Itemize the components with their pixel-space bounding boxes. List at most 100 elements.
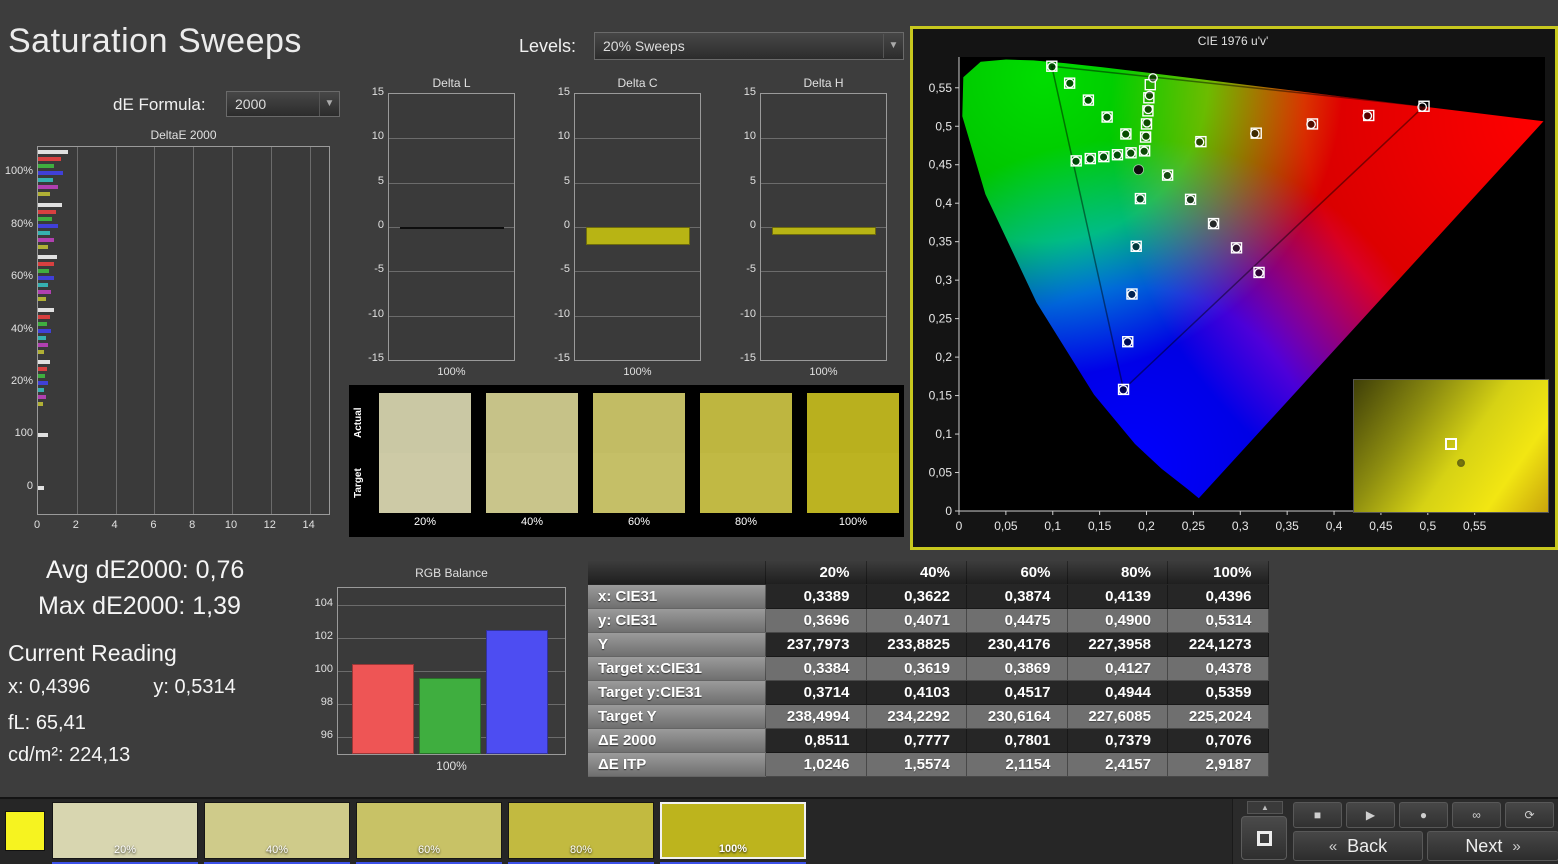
rgb-balance-panel: RGB Balance 100% 1041021009896 — [300, 566, 582, 782]
y-tick-label: 98 — [300, 696, 333, 708]
swatch-target-100% — [807, 453, 899, 513]
gridline — [77, 147, 78, 514]
table-row: Target Y238,4994234,2292230,6164227,6085… — [588, 705, 1269, 729]
y-tick-label: -10 — [544, 308, 570, 320]
table-cell: 225,2024 — [1168, 705, 1269, 729]
deltae2000-ylabels: 100%80%60%40%20%1000 — [0, 146, 33, 515]
cie-chart-panel: CIE 1976 u'v' 00,050,10,150,20,250,30,35… — [910, 26, 1558, 550]
delta-chart-title: Delta L — [388, 76, 515, 90]
de-bar — [38, 329, 51, 333]
play-button[interactable]: ▶ — [1346, 802, 1395, 828]
svg-text:0,2: 0,2 — [935, 350, 952, 364]
table-cell: 0,4944 — [1068, 681, 1169, 705]
svg-text:0: 0 — [945, 504, 952, 518]
table-row: ΔE ITP1,02461,55742,11542,41572,9187 — [588, 753, 1269, 777]
rgb-bar-blue — [486, 630, 548, 755]
table-column-header: 60% — [967, 561, 1068, 585]
de-formula-dropdown[interactable]: 2000 ▼ — [226, 91, 340, 117]
gridline — [761, 138, 886, 139]
bottom-swatches: 20% 40%60%80% 100% — [52, 802, 812, 864]
y-tick-label: -10 — [730, 308, 756, 320]
swatch-target-40% — [486, 453, 578, 513]
white-point — [1134, 165, 1144, 175]
x-tick-label: 4 — [107, 519, 123, 531]
svg-text:0,1: 0,1 — [935, 427, 952, 441]
levels-dropdown[interactable]: 20% Sweeps ▼ — [594, 32, 904, 60]
next-button[interactable]: Next » — [1427, 831, 1558, 861]
table-cell: 0,3619 — [867, 657, 968, 681]
table-cell: 0,3874 — [967, 585, 1068, 609]
collapse-button[interactable]: ▲ — [1247, 801, 1283, 814]
delta-chart-delta-h: Delta H151050-5-10-15100% — [730, 76, 895, 388]
stop-icon: ■ — [1314, 808, 1321, 822]
table-cell: 227,3958 — [1068, 633, 1169, 657]
swatch-level-label: 100% — [807, 516, 899, 528]
de-bar — [38, 381, 48, 385]
svg-text:0,05: 0,05 — [929, 466, 953, 480]
bottom-swatch-100%[interactable]: 100% — [660, 802, 806, 859]
de-bar — [38, 308, 54, 312]
bottom-swatch-80%[interactable]: 80% — [508, 802, 654, 859]
table-row-label: x: CIE31 — [588, 585, 766, 609]
deltae2000-plot — [37, 146, 330, 515]
svg-text:0,25: 0,25 — [929, 312, 953, 326]
table-cell: 230,4176 — [967, 633, 1068, 657]
table-row: Y237,7973233,8825230,4176227,3958224,127… — [588, 633, 1269, 657]
swatch-target-60% — [593, 453, 685, 513]
measured-point — [1113, 151, 1121, 159]
stop-button[interactable]: ■ — [1293, 802, 1342, 828]
deltae2000-title: DeltaE 2000 — [37, 128, 330, 142]
y-tick-label: 102 — [300, 630, 333, 642]
swatch-level-label: 20% — [379, 516, 471, 528]
de-bar — [38, 262, 54, 266]
table-cell: 0,4139 — [1068, 585, 1169, 609]
gridline — [338, 605, 565, 606]
swatch-row-label: Actual — [353, 394, 369, 452]
table-cell: 0,7777 — [867, 729, 968, 753]
delta-charts: Delta L151050-5-10-15100%Delta C151050-5… — [358, 76, 923, 388]
y-tick-label: -15 — [730, 352, 756, 364]
measured-point — [1048, 63, 1056, 71]
stop-measure-button[interactable] — [1241, 816, 1287, 860]
back-button[interactable]: « Back — [1293, 831, 1423, 861]
table-cell: 0,4517 — [967, 681, 1068, 705]
gridline — [232, 147, 233, 514]
gridline — [575, 138, 700, 139]
refresh-button[interactable]: ⟳ — [1505, 802, 1554, 828]
current-patch-swatch — [5, 811, 45, 851]
measured-point — [1127, 149, 1135, 157]
y-group-label: 0 — [0, 480, 33, 492]
bottom-swatch-label: 100% — [662, 843, 804, 855]
max-de2000-readout: Max dE2000: 1,39 — [38, 592, 241, 621]
swatch-actual-80% — [700, 393, 792, 453]
x-tick-label: 10 — [223, 519, 239, 531]
swatch-strip: ActualTarget20%40%60%80%100% — [349, 385, 904, 537]
bottom-swatch-60%[interactable]: 60% — [356, 802, 502, 859]
table-cell: 0,4071 — [867, 609, 968, 633]
delta-chart-plot — [760, 93, 887, 361]
de-bar — [38, 367, 47, 371]
loop-button[interactable]: ∞ — [1452, 802, 1501, 828]
table-cell: 1,5574 — [867, 753, 968, 777]
bottom-swatch-40%[interactable]: 40% — [204, 802, 350, 859]
swatch-level-label: 80% — [700, 516, 792, 528]
y-value: 0,5314 — [175, 676, 236, 698]
bottom-swatch-20%[interactable]: 20% — [52, 802, 198, 859]
playback-controls: ▲ ■ ▶●∞⟳ « Back Next » — [1232, 799, 1558, 864]
gridline — [389, 271, 514, 272]
y-tick-label: 5 — [358, 175, 384, 187]
delta-chart-plot — [574, 93, 701, 361]
target-point — [1445, 438, 1457, 450]
bottom-swatch-label: 20% — [53, 844, 197, 856]
x-tick-label: 100% — [574, 366, 701, 378]
table-cell: 0,4900 — [1068, 609, 1169, 633]
de-bar — [38, 402, 43, 406]
y-tick-label: -15 — [358, 352, 384, 364]
record-button[interactable]: ● — [1399, 802, 1448, 828]
table-cell: 0,4103 — [867, 681, 968, 705]
svg-text:0,2: 0,2 — [1138, 519, 1155, 533]
de-bar — [38, 217, 52, 221]
table-cell: 0,3714 — [766, 681, 867, 705]
svg-text:0,25: 0,25 — [1182, 519, 1206, 533]
x-tick-label: 100% — [760, 366, 887, 378]
